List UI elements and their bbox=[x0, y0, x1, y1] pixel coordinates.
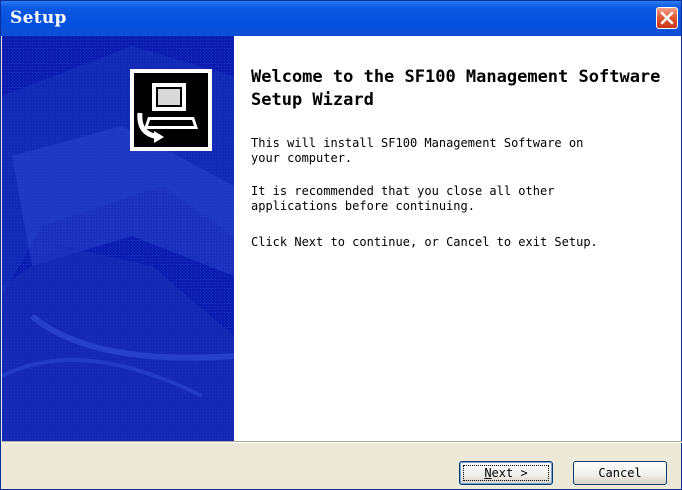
close-button[interactable] bbox=[656, 7, 678, 29]
cancel-button[interactable]: Cancel bbox=[573, 461, 667, 485]
button-separator bbox=[2, 441, 682, 443]
wizard-heading: Welcome to the SF100 Management Software… bbox=[251, 67, 661, 110]
wizard-content: Welcome to the SF100 Management Software… bbox=[234, 36, 681, 441]
wizard-side-image bbox=[2, 36, 234, 441]
setup-window: Setup Welcome to the SF100 Management So… bbox=[0, 0, 682, 490]
window-title: Setup bbox=[10, 8, 67, 28]
focus-ring bbox=[463, 465, 549, 481]
close-apps-advice: It is recommended that you close all oth… bbox=[251, 184, 555, 213]
close-icon bbox=[660, 11, 674, 25]
next-instructions: Click Next to continue, or Cancel to exi… bbox=[251, 235, 598, 249]
title-bar[interactable]: Setup bbox=[1, 1, 681, 36]
next-button[interactable]: Next > bbox=[459, 461, 553, 485]
setup-computer-icon bbox=[130, 69, 212, 151]
install-description: This will install SF100 Management Softw… bbox=[251, 136, 584, 165]
